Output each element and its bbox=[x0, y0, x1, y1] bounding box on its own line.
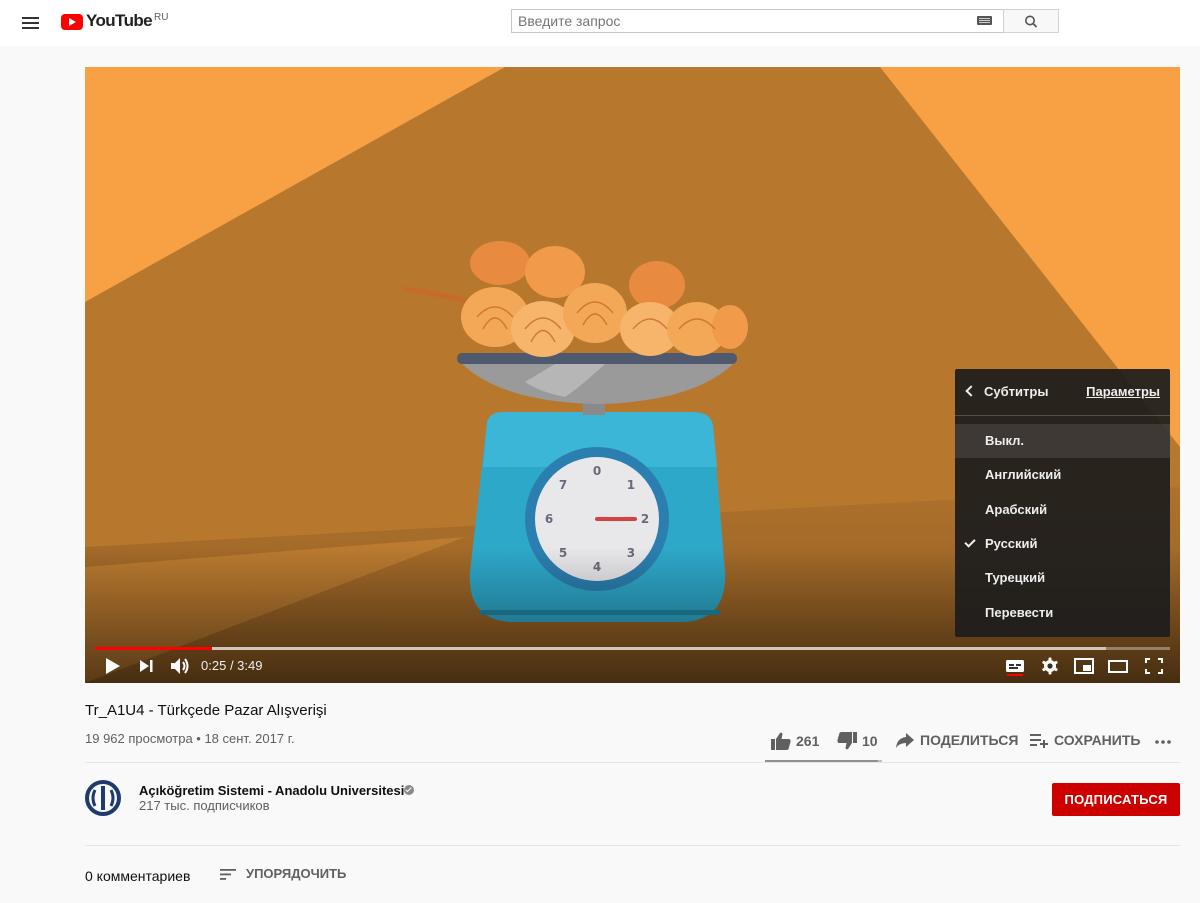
subtitles-menu-title: Субтитры bbox=[984, 384, 1049, 399]
subtitles-option[interactable]: Перевести bbox=[955, 596, 1170, 630]
sort-label: УПОРЯДОЧИТЬ bbox=[246, 866, 347, 881]
thumbs-down-icon bbox=[837, 732, 857, 750]
fullscreen-button[interactable] bbox=[1143, 655, 1165, 677]
keyboard-icon[interactable] bbox=[977, 16, 992, 25]
subtitles-option-label: Перевести bbox=[985, 604, 1054, 620]
duration: 3:49 bbox=[237, 658, 263, 673]
divider bbox=[85, 762, 1180, 763]
subtitles-active-indicator bbox=[1007, 674, 1023, 676]
subtitles-menu-header[interactable]: Субтитры Параметры bbox=[955, 369, 1170, 416]
subtitles-option[interactable]: Турецкий bbox=[955, 561, 1170, 595]
play-button[interactable] bbox=[101, 655, 123, 677]
comment-count: 0 комментариев bbox=[85, 868, 191, 884]
more-actions-button[interactable] bbox=[1154, 728, 1172, 751]
save-label: СОХРАНИТЬ bbox=[1054, 732, 1141, 748]
miniplayer-button[interactable] bbox=[1073, 655, 1095, 677]
theater-button[interactable] bbox=[1107, 655, 1129, 677]
search-icon bbox=[1024, 15, 1038, 28]
video-meta: 19 962 просмотра • 18 сент. 2017 г. bbox=[85, 731, 295, 746]
like-count: 261 bbox=[796, 733, 820, 749]
thumbs-up-icon bbox=[771, 732, 791, 750]
back-chevron-icon[interactable] bbox=[965, 385, 977, 397]
divider bbox=[85, 845, 1180, 846]
checkmark-icon bbox=[964, 536, 976, 548]
channel-avatar[interactable] bbox=[85, 780, 121, 816]
menu-icon[interactable] bbox=[16, 8, 46, 38]
time-display: 0:25 / 3:49 bbox=[201, 658, 263, 673]
subscriber-count: 217 тыс. подписчиков bbox=[139, 798, 270, 813]
subtitles-options-link[interactable]: Параметры bbox=[1086, 384, 1160, 399]
save-button[interactable]: СОХРАНИТЬ bbox=[1029, 731, 1140, 749]
youtube-play-icon bbox=[61, 14, 83, 30]
search-button[interactable] bbox=[1003, 9, 1059, 33]
youtube-logo[interactable]: YouTube RU bbox=[61, 11, 168, 33]
video-title: Tr_A1U4 - Türkçede Pazar Alışverişi bbox=[85, 702, 327, 719]
volume-button[interactable] bbox=[169, 655, 191, 677]
verified-badge-icon bbox=[404, 785, 414, 795]
masthead: YouTube RU bbox=[0, 0, 1200, 46]
subtitles-option[interactable]: Выкл. bbox=[955, 424, 1170, 458]
theater-icon bbox=[1108, 660, 1128, 673]
search-input[interactable] bbox=[512, 10, 964, 32]
subtitles-option-label: Арабский bbox=[985, 501, 1048, 517]
fullscreen-icon bbox=[1145, 658, 1163, 674]
sort-icon bbox=[220, 868, 236, 880]
progress-played bbox=[95, 647, 213, 650]
share-arrow-icon bbox=[896, 733, 914, 748]
subtitles-option-label: Турецкий bbox=[985, 570, 1046, 586]
sort-comments-button[interactable]: УПОРЯДОЧИТЬ bbox=[219, 866, 346, 881]
playlist-add-icon bbox=[1030, 734, 1048, 748]
gear-icon bbox=[1042, 657, 1058, 675]
settings-button[interactable] bbox=[1040, 655, 1060, 677]
dislike-button[interactable]: 10 bbox=[836, 731, 878, 751]
current-time: 0:25 bbox=[201, 658, 227, 673]
subtitles-option[interactable]: Русский bbox=[955, 527, 1170, 561]
subtitles-option-label: Русский bbox=[985, 535, 1038, 551]
subtitles-option[interactable]: Арабский bbox=[955, 493, 1170, 527]
subtitles-option-label: Выкл. bbox=[985, 433, 1025, 448]
share-button[interactable]: ПОДЕЛИТЬСЯ bbox=[895, 731, 1018, 749]
volume-icon bbox=[171, 658, 189, 674]
like-button[interactable]: 261 bbox=[770, 731, 819, 751]
search-box bbox=[511, 9, 1003, 33]
logo-region: RU bbox=[154, 12, 169, 23]
subtitles-option[interactable]: Английский bbox=[955, 458, 1170, 492]
subtitles-option-label: Английский bbox=[985, 467, 1062, 483]
progress-bar[interactable] bbox=[95, 647, 1170, 650]
subscribe-button[interactable]: ПОДПИСАТЬСЯ bbox=[1052, 783, 1180, 816]
dislike-count: 10 bbox=[862, 733, 878, 749]
more-horizontal-icon bbox=[1155, 740, 1171, 744]
video-player[interactable]: 01234567 bbox=[85, 67, 1180, 683]
channel-name[interactable]: Açıköğretim Sistemi - Anadolu Universite… bbox=[139, 783, 404, 798]
next-button[interactable] bbox=[137, 655, 157, 677]
miniplayer-icon bbox=[1074, 658, 1094, 674]
logo-text: YouTube bbox=[86, 11, 153, 30]
subtitles-menu: Субтитры Параметры Выкл. Английский Арабск… bbox=[955, 369, 1170, 637]
next-icon bbox=[140, 660, 153, 672]
share-label: ПОДЕЛИТЬСЯ bbox=[920, 732, 1019, 748]
play-icon bbox=[106, 658, 120, 674]
progress-buffered bbox=[95, 647, 1106, 650]
